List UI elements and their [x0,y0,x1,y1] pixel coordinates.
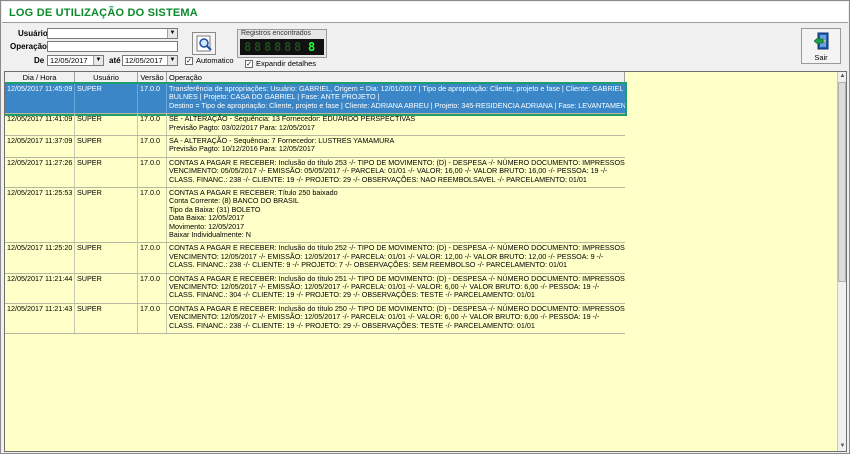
cell-datetime: 12/05/2017 11:25:20 [5,243,75,273]
title-bar: LOG DE UTILIZAÇÃO DO SISTEMA [2,2,848,23]
usuario-select[interactable]: ▼ [47,28,178,39]
date-to-value: 12/05/2017 [125,56,163,65]
counter-digit-off: 8 [254,40,262,54]
operacao-label: Operação [10,42,47,51]
cell-user: SUPER [75,273,138,303]
counter-digit-off: 8 [284,40,292,54]
operacao-input[interactable] [47,41,178,52]
expandir-detalhes-checkbox[interactable]: ✓ [245,60,253,68]
sair-button[interactable]: Sair [801,28,841,64]
counter-digit-off: 8 [244,40,252,54]
checkbox-check-icon: ✓ [246,61,252,68]
cell-user: SUPER [75,84,138,114]
table-row[interactable]: 12/05/2017 11:41:09 SUPER 17.0.0 SE - ALTER… [5,114,625,136]
cell-datetime: 12/05/2017 11:37:09 [5,136,75,157]
cell-operation: SE - ALTERAÇÃO - Sequência: 13 Fornecedo… [167,114,625,135]
operation-line: Previsão Pagto: 10/12/2016 Para: 12/05/2… [169,144,315,154]
counter-label: Registros encontrados [241,30,312,37]
cell-datetime: 12/05/2017 11:21:44 [5,273,75,303]
cell-version: 17.0.0 [138,303,167,333]
cell-user: SUPER [75,157,138,187]
operation-line: Destino = Tipo de apropriação: Cliente, … [169,100,625,110]
dropdown-arrow-icon[interactable]: ▼ [167,56,177,65]
operation-line: CLASS. FINANC.: 238 -/- CLIENTE: 9 -/- P… [169,260,567,270]
expandir-detalhes-label: Expandir detalhes [256,59,317,68]
dropdown-arrow-icon[interactable]: ▼ [93,56,103,65]
date-to-picker[interactable]: 12/05/2017 ▼ [122,55,178,66]
cell-version: 17.0.0 [138,84,167,114]
log-grid[interactable]: Dia / Hora Usuário Versão Operação 12/05… [4,71,847,452]
automatico-checkbox[interactable]: ✓ [185,57,193,65]
counter-digit-off: 8 [294,40,302,54]
search-button[interactable] [192,32,216,55]
counter-value: 8 [308,40,316,54]
counter-digit-off: 8 [274,40,282,54]
scroll-thumb[interactable] [838,82,846,282]
grid-header: Dia / Hora Usuário Versão Operação [5,72,625,84]
cell-user: SUPER [75,243,138,273]
checkbox-check-icon: ✓ [186,58,192,65]
cell-datetime: 12/05/2017 11:25:53 [5,188,75,243]
scroll-down-icon[interactable]: ▼ [838,442,846,451]
cell-operation: CONTAS A PAGAR E RECEBER: Inclusão do tí… [167,274,625,303]
cell-user: SUPER [75,136,138,157]
cell-version: 17.0.0 [138,136,167,157]
cell-operation: CONTAS A PAGAR E RECEBER: Inclusão do tí… [167,158,625,187]
counter-display: 8 8 8 8 8 8 8 [240,39,324,55]
cell-operation: CONTAS A PAGAR E RECEBER: Inclusão do tí… [167,243,625,272]
cell-version: 17.0.0 [138,243,167,273]
de-label: De [34,56,45,65]
date-from-picker[interactable]: 12/05/2017 ▼ [47,55,104,66]
cell-user: SUPER [75,114,138,135]
table-row[interactable]: 12/05/2017 11:25:53 SUPER 17.0.0 CONTAS A P… [5,188,625,244]
sair-label: Sair [814,53,828,62]
cell-user: SUPER [75,303,138,333]
column-header-version[interactable]: Versão [138,72,167,83]
column-header-operation[interactable]: Operação [167,72,625,83]
ate-label: até [109,56,121,65]
table-row[interactable]: 12/05/2017 11:37:09 SUPER 17.0.0 SA - ALTER… [5,136,625,158]
cell-datetime: 12/05/2017 11:45:09 [5,84,75,114]
operation-line: Previsão Pagto: 03/02/2017 Para: 12/05/2… [169,122,315,132]
table-row[interactable]: 12/05/2017 11:21:43 SUPER 17.0.0 CONTAS A P… [5,303,625,334]
table-row[interactable]: 12/05/2017 11:45:09 SUPER 17.0.0 Transferên… [5,81,627,117]
exit-door-icon [813,32,830,52]
cell-datetime: 12/05/2017 11:27:26 [5,157,75,187]
records-counter: Registros encontrados 8 8 8 8 8 8 8 [237,29,327,58]
dropdown-arrow-icon[interactable]: ▼ [167,29,177,38]
window-title: LOG DE UTILIZAÇÃO DO SISTEMA [9,7,198,19]
operation-line: CLASS. FINANC.: 238 -/- CLIENTE: 19 -/- … [169,320,535,330]
column-header-datetime[interactable]: Dia / Hora [5,72,75,83]
scroll-up-icon[interactable]: ▲ [838,72,846,81]
cell-operation: SA - ALTERAÇÃO - Sequência: 7 Fornecedor… [167,136,625,157]
operation-line: CLASS. FINANC.: 304 -/- CLIENTE: 19 -/- … [169,290,535,300]
usuario-label: Usuário [18,29,48,38]
search-icon [196,35,213,54]
cell-version: 17.0.0 [138,188,167,243]
table-row[interactable]: 12/05/2017 11:21:44 SUPER 17.0.0 CONTAS A P… [5,273,625,304]
automatico-label: Automatico [196,56,234,65]
counter-digit-off: 8 [264,40,272,54]
cell-datetime: 12/05/2017 11:21:43 [5,303,75,333]
table-row[interactable]: 12/05/2017 11:27:26 SUPER 17.0.0 CONTAS A P… [5,157,625,188]
column-header-user[interactable]: Usuário [75,72,138,83]
date-from-value: 12/05/2017 [50,56,88,65]
vertical-scrollbar[interactable]: ▲ ▼ [837,72,846,451]
cell-version: 17.0.0 [138,273,167,303]
cell-operation: CONTAS A PAGAR E RECEBER: Título 250 bai… [167,188,625,242]
operation-line: CLASS. FINANC.: 238 -/- CLIENTE: 19 -/- … [169,174,587,184]
log-window: LOG DE UTILIZAÇÃO DO SISTEMA Usuário ▼ O… [0,0,850,454]
cell-datetime: 12/05/2017 11:41:09 [5,114,75,135]
operation-line: Baixar Individualmente: N [169,230,251,240]
cell-version: 17.0.0 [138,114,167,135]
cell-version: 17.0.0 [138,157,167,187]
table-row[interactable]: 12/05/2017 11:25:20 SUPER 17.0.0 CONTAS A P… [5,243,625,274]
cell-operation: Transferência de apropriações: Usuário: … [167,84,625,113]
cell-user: SUPER [75,188,138,243]
cell-operation: CONTAS A PAGAR E RECEBER: Inclusão do tí… [167,304,625,333]
